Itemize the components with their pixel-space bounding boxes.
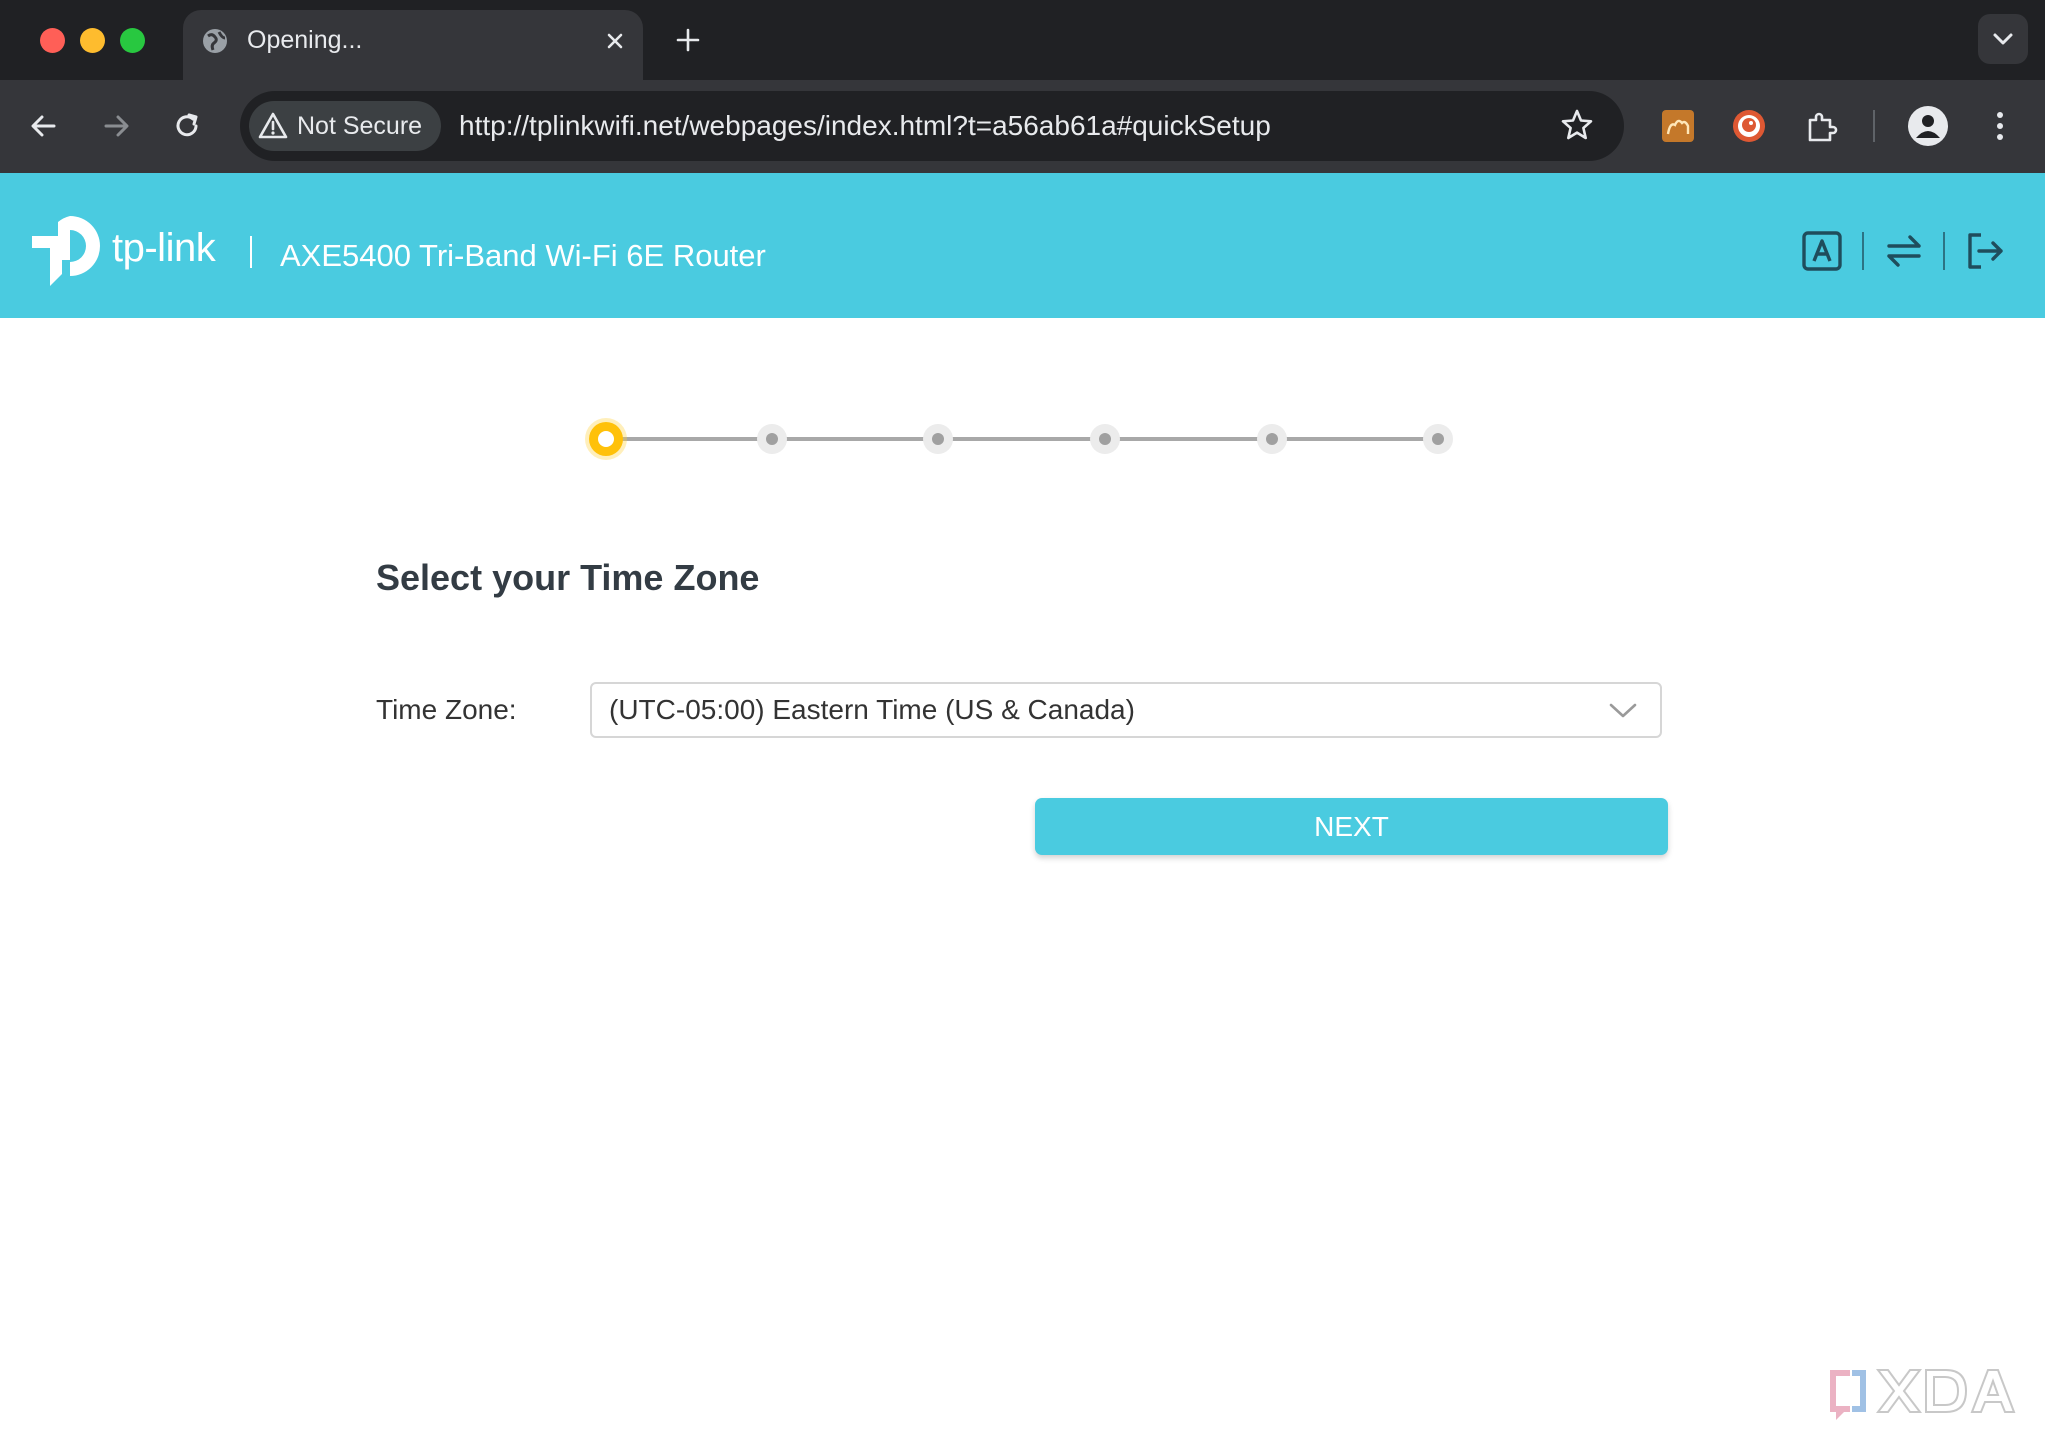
reload-icon[interactable] (167, 106, 207, 146)
more-menu-icon[interactable] (1985, 106, 2015, 146)
extension-camel-icon[interactable] (1660, 108, 1696, 144)
header-divider (250, 236, 252, 268)
step-5-indicator (1257, 424, 1287, 454)
timezone-selected-value[interactable]: (UTC-05:00) Eastern Time (US & Canada) (609, 692, 1135, 728)
warning-icon (258, 112, 288, 139)
bookmark-star-icon[interactable] (1558, 106, 1596, 144)
tp-link-logo-text: tp-link (112, 226, 216, 270)
extension-duckduckgo-icon[interactable] (1731, 108, 1767, 144)
person-icon (1909, 107, 1947, 145)
header-icon-separator (1943, 232, 1945, 270)
step-6-indicator (1423, 424, 1453, 454)
language-icon[interactable] (1801, 230, 1843, 272)
url-text[interactable]: http://tplinkwifi.net/webpages/index.htm… (459, 108, 1271, 144)
page-title: Select your Time Zone (376, 557, 760, 598)
extensions-puzzle-icon[interactable] (1804, 108, 1840, 144)
globe-icon (203, 29, 227, 53)
step-2-indicator (757, 424, 787, 454)
close-window-button[interactable] (40, 28, 65, 53)
next-button[interactable]: NEXT (1035, 798, 1668, 855)
minimize-window-button[interactable] (80, 28, 105, 53)
xda-watermark-logo (1830, 1369, 2016, 1420)
logout-icon[interactable] (1964, 230, 2006, 272)
maximize-window-button[interactable] (120, 28, 145, 53)
chevron-down-icon[interactable] (1607, 696, 1639, 724)
toolbar-divider (1873, 110, 1875, 142)
header-icon-separator (1862, 232, 1864, 270)
back-icon[interactable] (24, 106, 64, 146)
tab-title: Opening... (247, 26, 363, 54)
browser-window: Opening... Not Secure http://tplinkwifi.… (0, 0, 2045, 1451)
profile-avatar[interactable] (1908, 106, 1948, 146)
timezone-label: Time Zone: (376, 694, 517, 725)
close-tab-icon[interactable] (600, 26, 630, 56)
security-label: Not Secure (297, 112, 423, 140)
chevron-down-icon (1993, 33, 2013, 45)
forward-icon[interactable] (96, 106, 136, 146)
step-4-indicator (1090, 424, 1120, 454)
product-name: AXE5400 Tri-Band Wi-Fi 6E Router (280, 238, 766, 273)
step-3-indicator (923, 424, 953, 454)
switch-mode-icon[interactable] (1883, 230, 1925, 272)
tab-search-button[interactable] (1978, 14, 2028, 64)
progress-line (605, 437, 1438, 441)
tp-link-logo-icon (32, 216, 100, 286)
step-1-indicator (589, 422, 623, 456)
new-tab-icon[interactable] (670, 22, 706, 58)
